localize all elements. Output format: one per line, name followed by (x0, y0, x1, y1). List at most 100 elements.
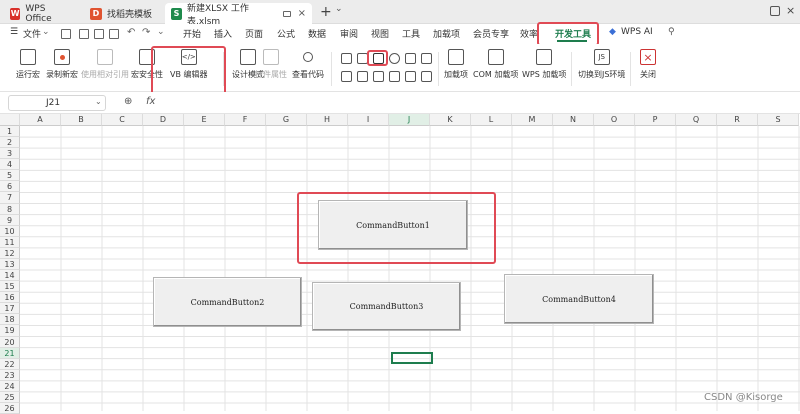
command-button-control-icon[interactable] (373, 53, 384, 64)
tab-workbook[interactable]: S 新建XLSX 工作表.xlsm × (165, 3, 312, 27)
chevron-down-icon[interactable]: ⌄ (157, 27, 165, 37)
formula-input[interactable] (166, 95, 792, 111)
new-tab-button[interactable]: + (320, 4, 332, 20)
chevron-down-icon[interactable]: ⌄ (42, 27, 50, 37)
textbox-control-icon[interactable] (357, 53, 368, 64)
row-header-23[interactable]: 23 (0, 369, 20, 381)
row-header-22[interactable]: 22 (0, 358, 20, 370)
record-macro-button[interactable]: 录制新宏 (46, 49, 78, 80)
column-header-b[interactable]: B (61, 114, 102, 126)
zoom-icon[interactable]: ⊕ (124, 96, 132, 107)
scrollbar-control-icon[interactable] (373, 71, 384, 82)
image-control-icon[interactable] (405, 71, 416, 82)
close-window-icon[interactable]: × (786, 4, 795, 17)
print-icon[interactable] (109, 29, 119, 39)
menu-home[interactable]: 开始 (183, 27, 201, 40)
export-icon[interactable] (94, 29, 104, 39)
row-header-25[interactable]: 25 (0, 391, 20, 403)
menu-data[interactable]: 数据 (308, 27, 326, 40)
more-controls-icon[interactable] (421, 71, 432, 82)
column-header-d[interactable]: D (143, 114, 184, 126)
row-header-17[interactable]: 17 (0, 303, 20, 315)
menu-efficiency[interactable]: 效率 (520, 27, 538, 40)
copy-icon[interactable] (61, 29, 71, 39)
row-header-18[interactable]: 18 (0, 314, 20, 326)
column-header-l[interactable]: L (471, 114, 512, 126)
row-header-6[interactable]: 6 (0, 181, 20, 193)
command-button-4[interactable]: CommandButton4 (504, 274, 654, 324)
menu-file[interactable]: 文件 (23, 27, 41, 40)
row-header-10[interactable]: 10 (0, 225, 20, 237)
row-header-20[interactable]: 20 (0, 336, 20, 348)
hamburger-icon[interactable]: ☰ (10, 27, 18, 37)
spreadsheet-grid[interactable]: A B C D E F G H I J K L M N O P Q R S 1 2 3 4 5 6 7 8 9 10 11 12 13 14 15… (0, 114, 800, 414)
menu-insert[interactable]: 插入 (214, 27, 232, 40)
macro-security-button[interactable]: 宏安全性 (131, 49, 163, 80)
menu-view[interactable]: 视图 (371, 27, 389, 40)
menu-wps-ai[interactable]: WPS AI (621, 27, 653, 37)
row-header-26[interactable]: 26 (0, 403, 20, 414)
select-all-corner[interactable] (0, 114, 20, 126)
command-button-3[interactable]: CommandButton3 (312, 282, 461, 331)
column-header-e[interactable]: E (184, 114, 225, 126)
menu-member[interactable]: 会员专享 (473, 27, 509, 40)
column-header-a[interactable]: A (20, 114, 61, 126)
restore-window-icon[interactable] (770, 6, 780, 16)
row-header-8[interactable]: 8 (0, 203, 20, 215)
column-header-o[interactable]: O (594, 114, 635, 126)
row-header-16[interactable]: 16 (0, 292, 20, 304)
combobox-control-icon[interactable] (421, 53, 432, 64)
column-header-r[interactable]: R (717, 114, 758, 126)
column-header-f[interactable]: F (225, 114, 266, 126)
addins-button[interactable]: 加载项 (444, 49, 468, 80)
column-header-i[interactable]: I (348, 114, 389, 126)
undo-icon[interactable]: ↶ (127, 27, 135, 38)
row-header-4[interactable]: 4 (0, 159, 20, 171)
column-header-g[interactable]: G (266, 114, 307, 126)
column-header-s[interactable]: S (758, 114, 799, 126)
listbox-control-icon[interactable] (405, 53, 416, 64)
column-header-c[interactable]: C (102, 114, 143, 126)
label-control-icon[interactable] (389, 71, 400, 82)
fx-icon[interactable]: fx (146, 96, 155, 107)
command-button-2[interactable]: CommandButton2 (153, 277, 302, 327)
column-header-q[interactable]: Q (676, 114, 717, 126)
close-developer-button[interactable]: × 关闭 (640, 49, 656, 80)
chevron-down-icon[interactable]: ⌄ (335, 4, 343, 14)
menu-developer[interactable]: 开发工具 (555, 27, 591, 40)
redo-icon[interactable]: ↷ (142, 27, 150, 38)
switch-js-button[interactable]: JS 切换到JS环境 (578, 49, 625, 80)
use-relative-reference-button[interactable]: 使用相对引用 (81, 49, 129, 80)
row-header-12[interactable]: 12 (0, 247, 20, 259)
menu-page[interactable]: 页面 (245, 27, 263, 40)
menu-tools[interactable]: 工具 (402, 27, 420, 40)
control-properties-button[interactable]: 控件属性 (255, 49, 287, 80)
row-header-7[interactable]: 7 (0, 192, 20, 204)
column-header-n[interactable]: N (553, 114, 594, 126)
name-box[interactable]: J21 ⌄ (8, 95, 106, 111)
tab-wps-office[interactable]: W WPS Office (4, 3, 74, 24)
vb-editor-button[interactable]: </> VB 编辑器 (170, 49, 208, 80)
chevron-down-icon[interactable]: ⌄ (95, 97, 102, 106)
row-header-11[interactable]: 11 (0, 236, 20, 248)
selected-cell[interactable] (391, 352, 433, 364)
row-header-5[interactable]: 5 (0, 170, 20, 182)
row-header-15[interactable]: 15 (0, 281, 20, 293)
spinbutton-control-icon[interactable] (357, 71, 368, 82)
menu-formula[interactable]: 公式 (277, 27, 295, 40)
wps-addins-button[interactable]: WPS 加载项 (522, 49, 566, 80)
checkbox-control-icon[interactable] (341, 53, 352, 64)
row-header-24[interactable]: 24 (0, 380, 20, 392)
row-header-3[interactable]: 3 (0, 148, 20, 160)
column-header-p[interactable]: P (635, 114, 676, 126)
command-button-1[interactable]: CommandButton1 (318, 200, 468, 250)
column-header-j[interactable]: J (389, 114, 430, 126)
monitor-icon[interactable] (283, 10, 291, 17)
column-header-k[interactable]: K (430, 114, 471, 126)
option-button-control-icon[interactable] (389, 53, 400, 64)
search-icon[interactable]: ⚲ (668, 27, 675, 37)
close-tab-icon[interactable]: × (298, 8, 306, 19)
row-header-1[interactable]: 1 (0, 126, 20, 138)
row-header-19[interactable]: 19 (0, 325, 20, 337)
row-header-2[interactable]: 2 (0, 137, 20, 149)
